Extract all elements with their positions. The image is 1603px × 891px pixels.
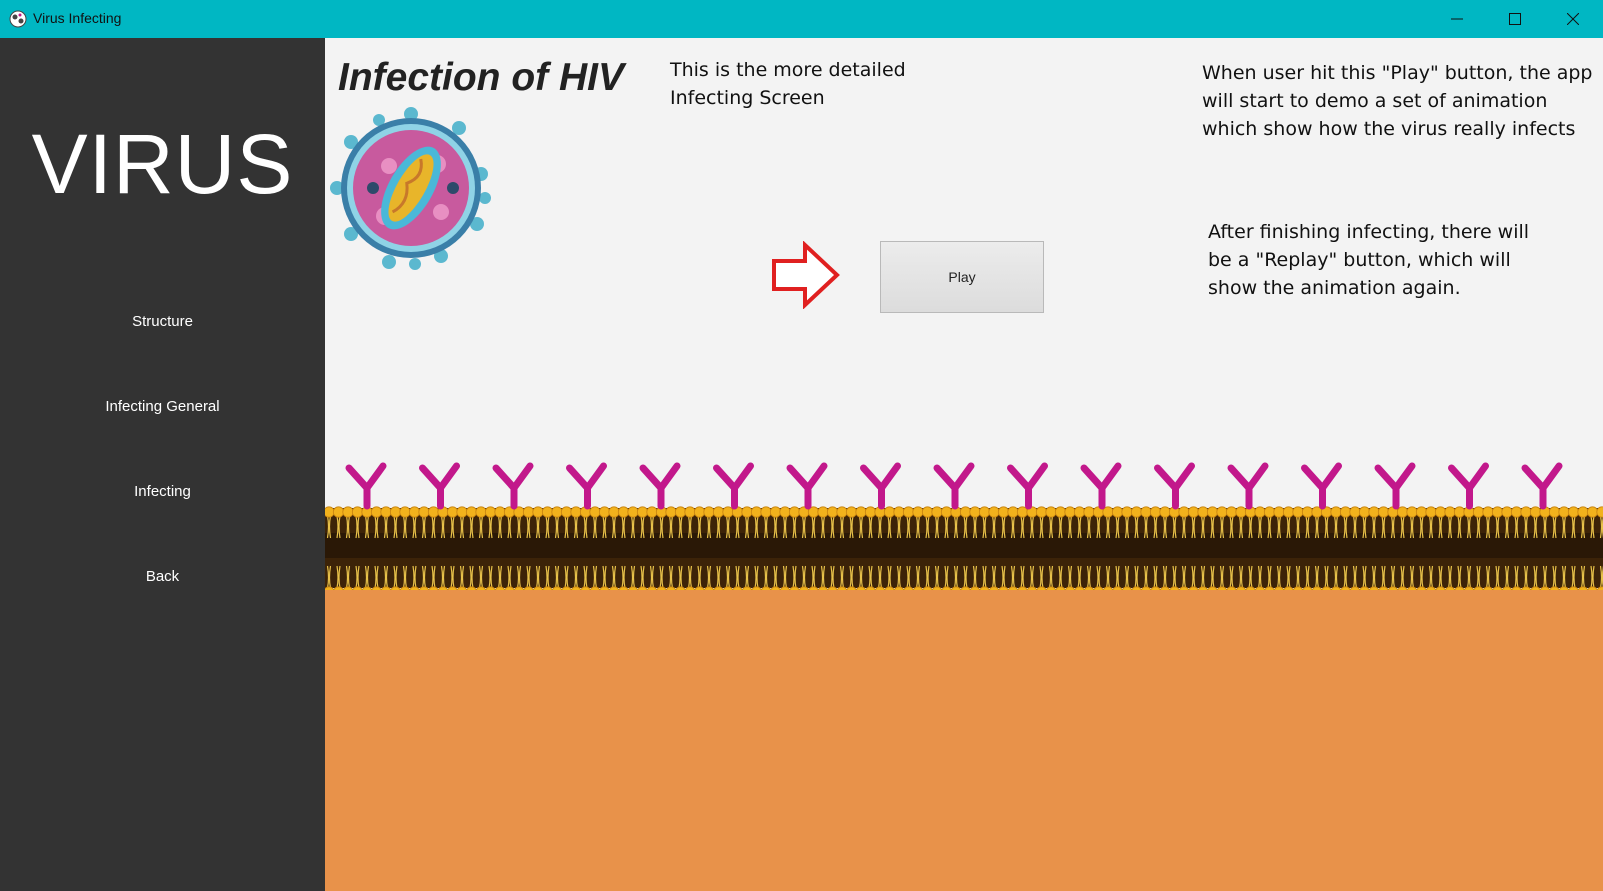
window-title: Virus Infecting	[33, 10, 122, 26]
replay-description-note: After finishing infecting, there will be…	[1208, 221, 1530, 299]
cytoplasm-area	[325, 590, 1603, 891]
maximize-button[interactable]	[1492, 0, 1538, 38]
nav-back[interactable]: Back	[0, 568, 325, 585]
play-description-note: When user hit this "Play" button, the ap…	[1202, 62, 1593, 140]
main-panel: Infection of HIV This is the more detail…	[325, 38, 1603, 891]
minimize-button[interactable]	[1434, 0, 1480, 38]
hiv-virus-image	[330, 107, 491, 270]
sidebar: VIRUS Structure Infecting General Infect…	[0, 38, 325, 891]
cell-membrane-image	[325, 462, 1603, 593]
virus-app-icon	[9, 10, 27, 28]
play-button[interactable]: Play	[880, 241, 1044, 313]
nav-infecting[interactable]: Infecting	[0, 483, 325, 500]
window-titlebar: Virus Infecting	[0, 0, 1603, 38]
minimize-icon	[1451, 18, 1463, 20]
screen-description-note: This is the more detailed Infecting Scre…	[670, 59, 906, 109]
close-button[interactable]	[1550, 0, 1596, 38]
maximize-icon	[1509, 13, 1521, 25]
nav-structure[interactable]: Structure	[0, 313, 325, 330]
close-icon	[1567, 13, 1579, 25]
nav-infecting-general[interactable]: Infecting General	[0, 398, 325, 415]
brand-logo: VIRUS	[31, 117, 294, 211]
red-arrow-right-icon	[772, 241, 840, 309]
page-title: Infection of HIV	[338, 56, 624, 99]
